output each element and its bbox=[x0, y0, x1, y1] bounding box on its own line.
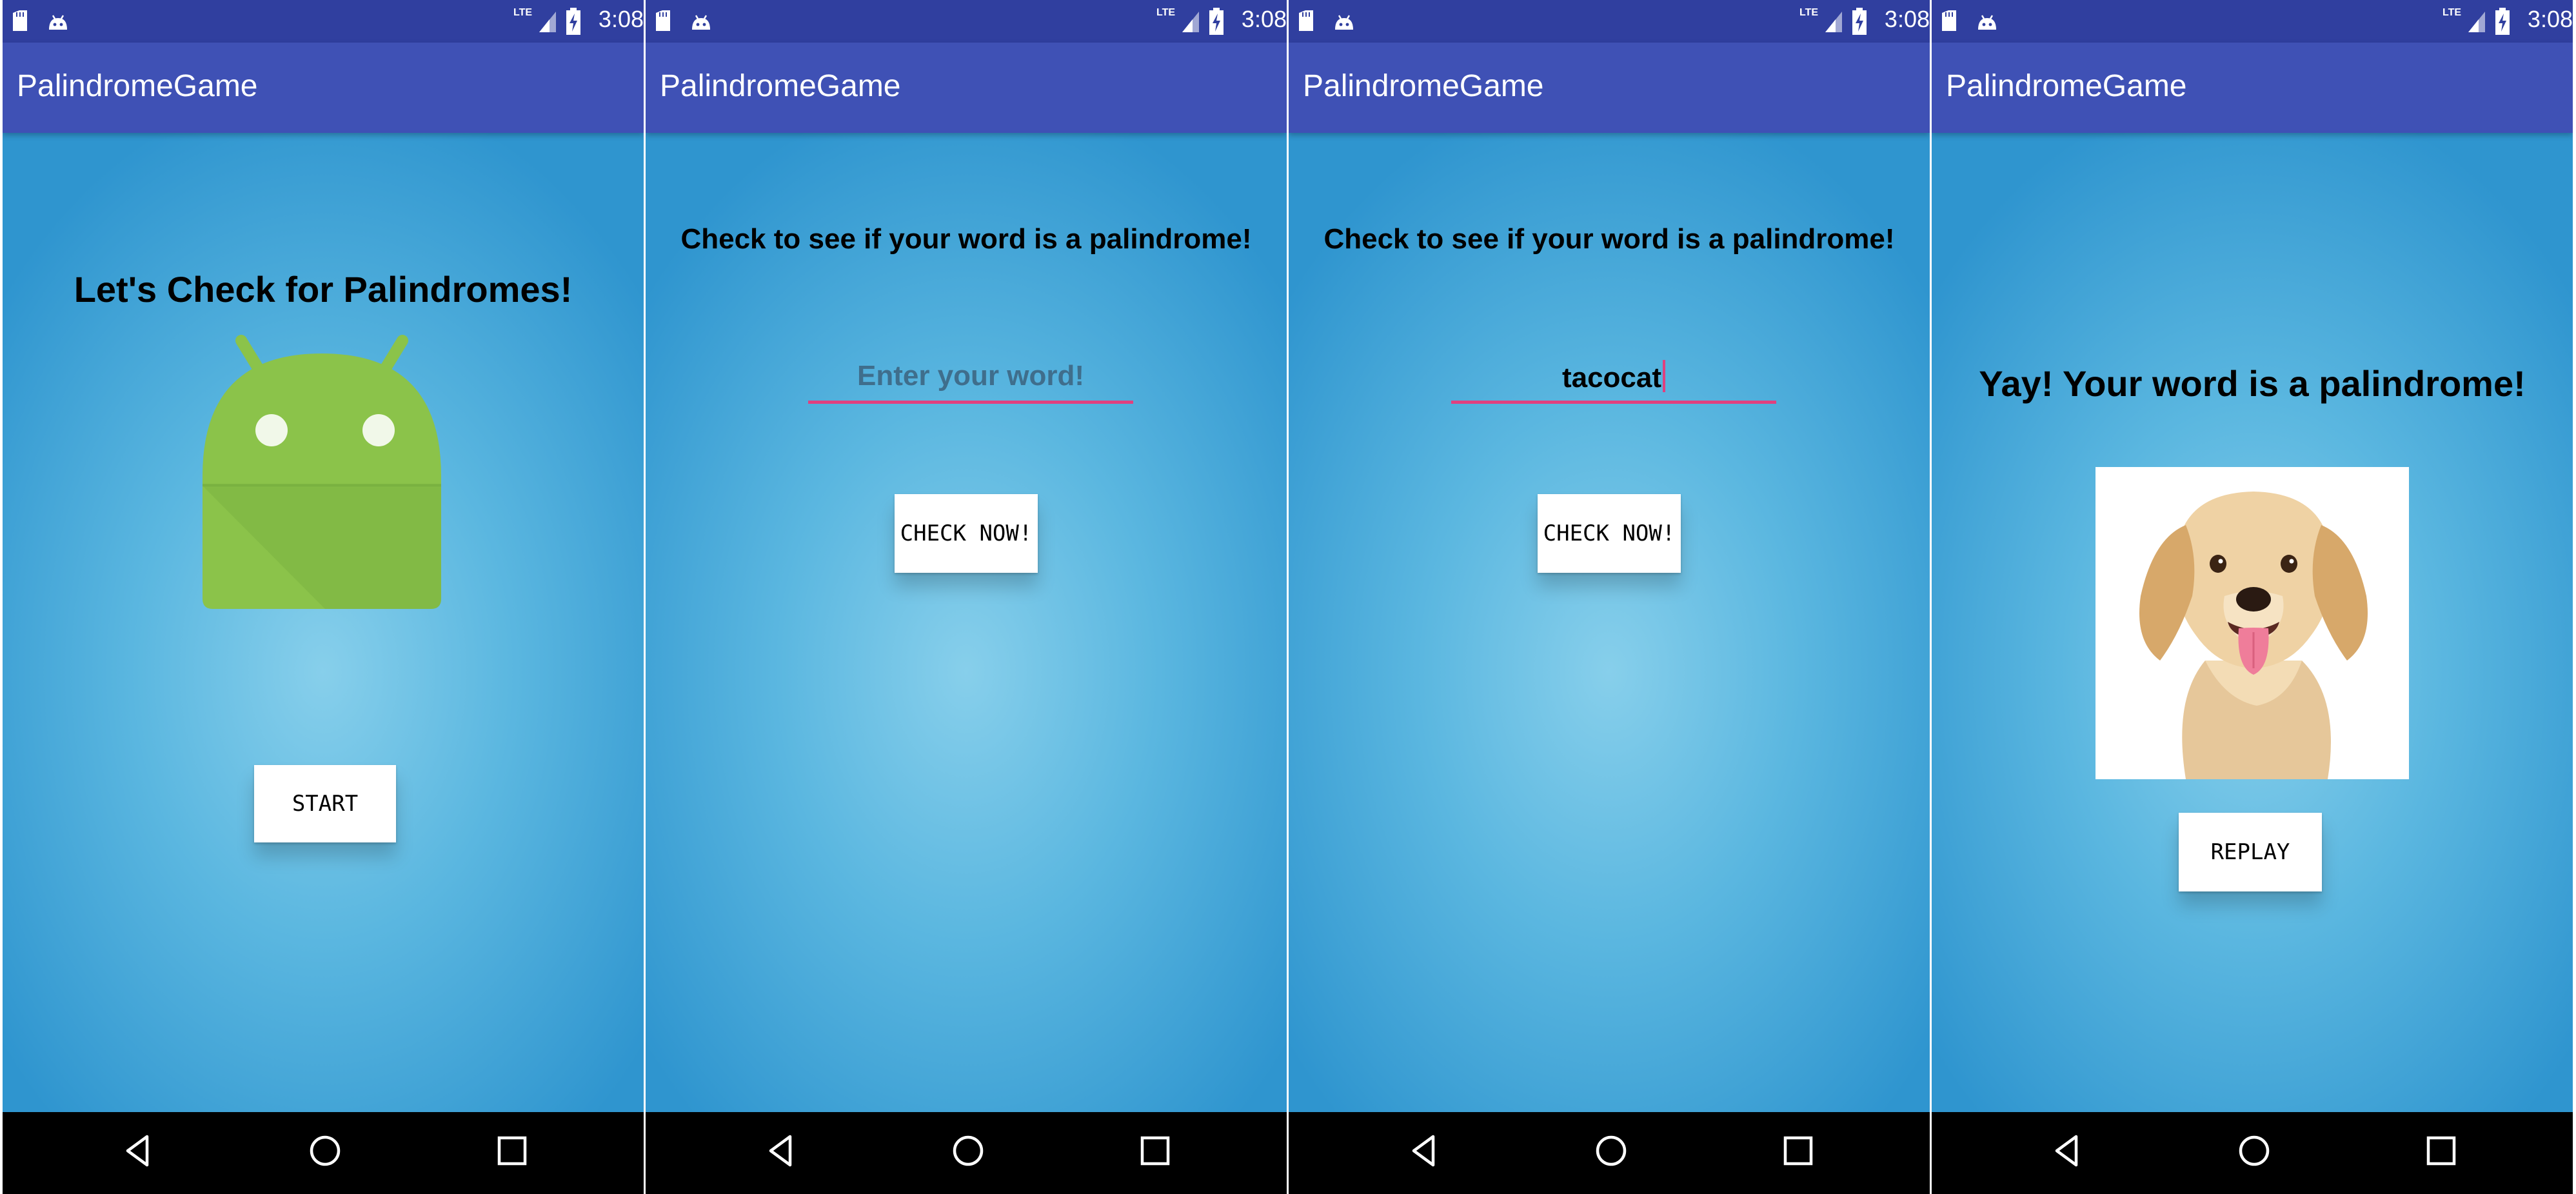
status-bar: LTE 3:08 bbox=[646, 0, 1287, 43]
app-toolbar: PalindromeGame bbox=[646, 43, 1287, 133]
battery-charging-icon bbox=[2495, 8, 2510, 35]
status-bar: LTE 3:08 bbox=[1289, 0, 1930, 43]
start-button[interactable]: START bbox=[254, 765, 396, 842]
android-notification-icon bbox=[1978, 15, 1996, 30]
result-heading: Yay! Your word is a palindrome! bbox=[1979, 363, 2526, 404]
sd-card-icon bbox=[1942, 10, 1956, 31]
android-notification-icon bbox=[1335, 15, 1353, 30]
word-input-field[interactable]: tacocat bbox=[1451, 348, 1776, 404]
word-input-value-line[interactable]: tacocat bbox=[1451, 360, 1776, 394]
recents-icon[interactable] bbox=[1136, 1131, 1174, 1170]
lte-label: LTE bbox=[513, 7, 532, 18]
welcome-heading: Let's Check for Palindromes! bbox=[74, 269, 573, 310]
check-now-button[interactable]: CHECK NOW! bbox=[1538, 494, 1681, 573]
home-icon[interactable] bbox=[949, 1131, 987, 1170]
replay-button[interactable]: REPLAY bbox=[2179, 813, 2322, 891]
input-underline bbox=[808, 401, 1133, 404]
android-notification-icon bbox=[49, 15, 67, 30]
app-title: PalindromeGame bbox=[17, 69, 258, 103]
input-filled-screen: LTE 3:08 PalindromeGame Check to see if … bbox=[1289, 0, 1930, 1194]
dog-illustration bbox=[2139, 492, 2368, 779]
status-left-icons bbox=[656, 10, 710, 31]
result-screen: LTE 3:08 PalindromeGame Yay! Your word i… bbox=[1932, 0, 2573, 1194]
battery-charging-icon bbox=[1852, 8, 1867, 35]
app-title: PalindromeGame bbox=[1946, 69, 2187, 103]
app-title: PalindromeGame bbox=[660, 69, 901, 103]
back-icon[interactable] bbox=[2048, 1131, 2086, 1170]
instructions-heading: Check to see if your word is a palindrom… bbox=[680, 223, 1252, 255]
battery-charging-icon bbox=[566, 8, 580, 35]
word-input-field[interactable]: Enter your word! bbox=[808, 348, 1133, 404]
lte-signal-icon: LTE bbox=[1799, 7, 1842, 32]
input-screen: LTE 3:08 PalindromeGame Check to see if … bbox=[646, 0, 1287, 1194]
start-screen: LTE 3:08 PalindromeGame Let's Check for … bbox=[3, 0, 644, 1194]
status-left-icons bbox=[13, 10, 67, 31]
app-toolbar: PalindromeGame bbox=[3, 43, 644, 133]
content-area: Check to see if your word is a palindrom… bbox=[1289, 133, 1930, 1112]
lte-label: LTE bbox=[1799, 7, 1818, 18]
lte-label: LTE bbox=[1156, 7, 1175, 18]
status-left-icons bbox=[1299, 10, 1353, 31]
navigation-bar bbox=[1289, 1112, 1930, 1194]
status-time: 3:08 bbox=[598, 6, 644, 32]
recents-icon[interactable] bbox=[493, 1131, 531, 1170]
lte-signal-icon: LTE bbox=[1156, 7, 1199, 32]
sd-card-icon bbox=[1299, 10, 1313, 31]
recents-icon[interactable] bbox=[2422, 1131, 2461, 1170]
app-toolbar: PalindromeGame bbox=[1289, 43, 1930, 133]
navigation-bar bbox=[3, 1112, 644, 1194]
sd-card-icon bbox=[656, 10, 670, 31]
status-bar: LTE 3:08 bbox=[3, 0, 644, 43]
home-icon[interactable] bbox=[306, 1131, 344, 1170]
navigation-bar bbox=[1932, 1112, 2573, 1194]
back-icon[interactable] bbox=[1405, 1131, 1443, 1170]
lte-signal-icon: LTE bbox=[513, 7, 556, 32]
battery-charging-icon bbox=[1209, 8, 1224, 35]
check-now-button[interactable]: CHECK NOW! bbox=[895, 494, 1038, 573]
word-input-value[interactable]: tacocat bbox=[1562, 362, 1661, 393]
navigation-bar bbox=[646, 1112, 1287, 1194]
status-bar: LTE 3:08 bbox=[1932, 0, 2573, 43]
status-time: 3:08 bbox=[1241, 6, 1287, 32]
status-time: 3:08 bbox=[2527, 6, 2573, 32]
app-title: PalindromeGame bbox=[1303, 69, 1544, 103]
content-area: Check to see if your word is a palindrom… bbox=[646, 133, 1287, 1112]
back-icon[interactable] bbox=[119, 1131, 157, 1170]
back-icon[interactable] bbox=[762, 1131, 800, 1170]
text-cursor bbox=[1663, 360, 1666, 392]
home-icon[interactable] bbox=[2235, 1131, 2274, 1170]
input-underline bbox=[1451, 401, 1776, 404]
status-time: 3:08 bbox=[1884, 6, 1930, 32]
recents-icon[interactable] bbox=[1779, 1131, 1818, 1170]
android-robot-icon bbox=[203, 335, 441, 609]
sd-card-icon bbox=[13, 10, 27, 31]
status-left-icons bbox=[1942, 10, 1996, 31]
content-area: Yay! Your word is a palindrome! REPLAY bbox=[1932, 133, 2573, 1112]
android-notification-icon bbox=[692, 15, 710, 30]
instructions-heading: Check to see if your word is a palindrom… bbox=[1323, 223, 1895, 255]
lte-label: LTE bbox=[2442, 7, 2461, 18]
golden-retriever-photo bbox=[2095, 467, 2409, 779]
content-area: Let's Check for Palindromes! START bbox=[3, 133, 644, 1112]
app-toolbar: PalindromeGame bbox=[1932, 43, 2573, 133]
word-input-placeholder[interactable]: Enter your word! bbox=[808, 360, 1133, 392]
home-icon[interactable] bbox=[1592, 1131, 1630, 1170]
lte-signal-icon: LTE bbox=[2442, 7, 2485, 32]
